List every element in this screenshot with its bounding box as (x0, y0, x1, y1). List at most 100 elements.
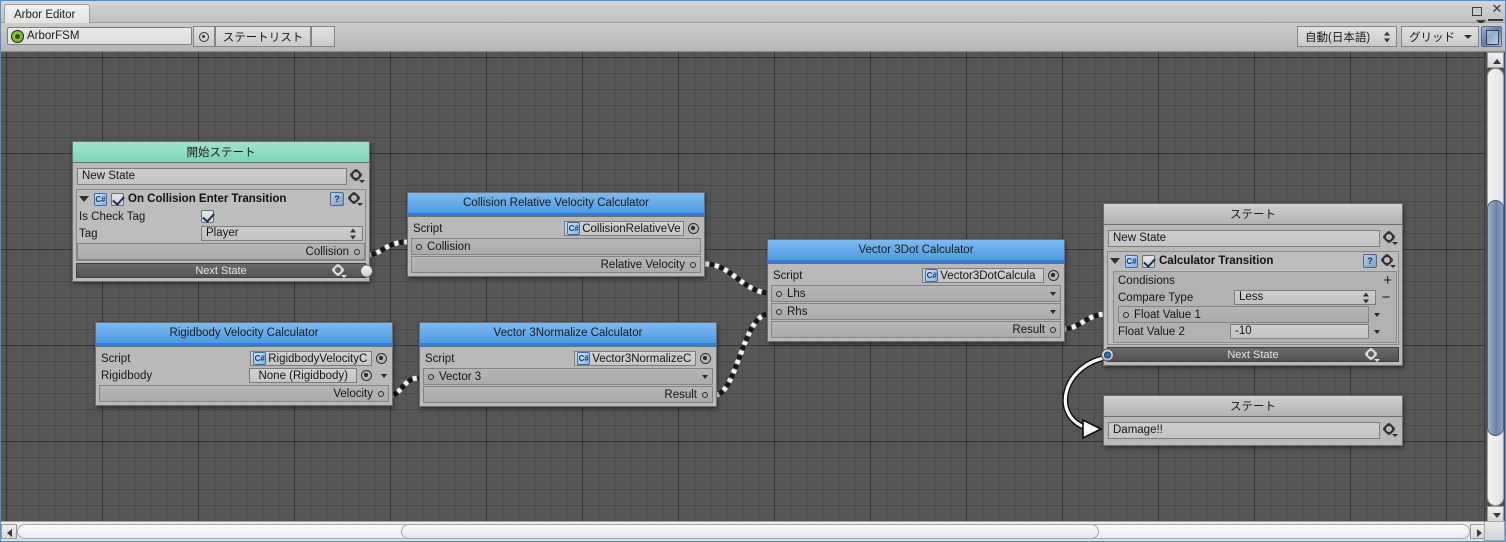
port-dot-icon[interactable] (776, 290, 782, 297)
node-header: ステート (1103, 203, 1403, 224)
port-dot-icon[interactable] (690, 261, 696, 268)
chevron-down-icon[interactable] (1050, 309, 1056, 314)
next-state-link-knob[interactable] (1101, 348, 1114, 361)
window-tab-arbor-editor[interactable]: Arbor Editor (4, 4, 91, 23)
object-picker-icon[interactable] (361, 370, 372, 381)
node-collision-relative-velocity-calculator[interactable]: Collision Relative Velocity Calculator S… (407, 192, 705, 277)
foldout-open-icon[interactable] (1110, 258, 1120, 264)
port-dot-icon[interactable] (1123, 311, 1129, 318)
next-state-bar[interactable]: Next State (76, 263, 373, 279)
port-dot-icon[interactable] (428, 373, 434, 380)
output-slot-result[interactable]: Result (423, 386, 713, 403)
chevron-down-icon[interactable] (1374, 329, 1380, 334)
state-name-input[interactable]: Damage!! (1108, 422, 1380, 439)
output-slot-relative-velocity[interactable]: Relative Velocity (411, 256, 701, 273)
node-damage-state[interactable]: ステート Damage!! (1103, 395, 1403, 446)
output-slot-label: Collision (305, 245, 349, 258)
csharp-script-icon: C# (94, 192, 107, 206)
documentation-icon[interactable] (1481, 26, 1502, 47)
toolbar-blank-button[interactable] (311, 26, 335, 47)
fsm-object-field[interactable]: ArborFSM (7, 27, 192, 45)
window-buttons: ✕ (1470, 3, 1503, 16)
chevron-down-icon[interactable] (1374, 312, 1380, 317)
object-picker-button[interactable] (193, 26, 215, 47)
output-slot-label: Relative Velocity (600, 258, 685, 271)
tag-popup[interactable]: Player (201, 226, 363, 241)
state-name-input[interactable]: New State (77, 168, 347, 185)
float-value-2-input[interactable]: -10 (1230, 324, 1369, 339)
script-object-field[interactable]: C# RigidbodyVelocityC (250, 351, 372, 366)
behaviour-enabled-checkbox[interactable] (111, 192, 124, 206)
horizontal-scrollbar[interactable] (1, 521, 1486, 541)
vertical-scrollbar[interactable] (1484, 52, 1505, 522)
behaviour-enabled-checkbox[interactable] (1142, 254, 1155, 268)
script-object-field[interactable]: C# Vector3NormalizeC (574, 351, 696, 366)
script-object-field[interactable]: C# Vector3DotCalcula (922, 268, 1044, 283)
node-vector3-normalize-calculator[interactable]: Vector 3Normalize Calculator Script C# V… (419, 322, 717, 407)
port-dot-icon[interactable] (378, 390, 384, 397)
scroll-left-button[interactable] (1, 524, 17, 539)
port-dot-icon[interactable] (354, 248, 360, 255)
close-icon[interactable]: ✕ (1491, 3, 1503, 16)
csharp-script-icon: C# (567, 222, 581, 235)
gear-icon[interactable] (1383, 423, 1398, 438)
scroll-up-button[interactable] (1487, 52, 1504, 68)
node-rigidbody-velocity-calculator[interactable]: Rigidbody Velocity Calculator Script C# … (95, 322, 393, 406)
behaviour-header: C# Calculator Transition ? (1108, 252, 1398, 270)
state-list-button[interactable]: ステートリスト (215, 26, 311, 47)
input-slot-label: Vector 3 (439, 370, 482, 383)
next-state-out-knob[interactable] (360, 264, 373, 277)
output-slot-collision[interactable]: Collision (77, 243, 365, 260)
help-icon[interactable]: ? (1363, 254, 1377, 268)
language-popup[interactable]: 自動(日本語) (1297, 26, 1397, 47)
script-object-field[interactable]: C# CollisionRelativeVe (564, 221, 684, 236)
compare-type-popup[interactable]: Less (1234, 290, 1376, 305)
port-dot-icon[interactable] (702, 391, 708, 398)
csharp-script-icon: C# (1125, 254, 1138, 268)
next-state-bar[interactable]: Next State (1101, 347, 1399, 363)
remove-condition-button[interactable]: − (1380, 290, 1392, 305)
node-start-state[interactable]: 開始ステート New State C# On Collision Enter T… (72, 141, 373, 282)
input-slot-collision[interactable]: Collision (411, 238, 701, 255)
gear-icon[interactable] (350, 169, 365, 184)
object-picker-icon[interactable] (688, 223, 699, 234)
object-picker-icon[interactable] (700, 353, 711, 364)
input-slot-rhs[interactable]: Rhs (771, 303, 1061, 320)
vertical-scroll-thumb[interactable] (1487, 200, 1504, 436)
gear-icon[interactable] (348, 192, 363, 207)
chevron-down-icon[interactable] (1050, 291, 1056, 296)
input-slot-lhs[interactable]: Lhs (771, 285, 1061, 302)
rigidbody-object-field[interactable]: None (Rigidbody) (249, 368, 357, 383)
grid-popup[interactable]: グリッド (1401, 26, 1479, 47)
port-dot-icon[interactable] (1050, 326, 1056, 333)
port-dot-icon[interactable] (416, 243, 422, 250)
input-slot-vector3[interactable]: Vector 3 (423, 368, 713, 385)
chevron-down-icon[interactable] (381, 373, 387, 378)
gear-icon[interactable] (1365, 348, 1380, 363)
graph-canvas[interactable]: 開始ステート New State C# On Collision Enter T… (1, 52, 1486, 522)
output-slot-velocity[interactable]: Velocity (99, 385, 389, 402)
gear-icon[interactable] (1381, 254, 1396, 269)
maximize-icon[interactable] (1470, 4, 1482, 16)
node-calculator-transition-state[interactable]: ステート New State C# Calculator Transition … (1101, 203, 1403, 366)
node-header-label: ステート (1230, 401, 1276, 413)
add-condition-button[interactable]: + (1383, 273, 1392, 288)
output-slot-result[interactable]: Result (771, 321, 1061, 338)
node-header-label: Rigidbody Velocity Calculator (169, 327, 319, 339)
conditions-group: Condisions + Compare Type Less − Float V… (1113, 271, 1397, 343)
horizontal-scroll-thumb[interactable] (401, 524, 1099, 539)
foldout-open-icon[interactable] (79, 196, 89, 202)
gear-icon[interactable] (1383, 231, 1398, 246)
is-check-tag-checkbox[interactable] (201, 210, 214, 223)
node-vector3-dot-calculator[interactable]: Vector 3Dot Calculator Script C# Vector3… (767, 239, 1065, 342)
object-picker-icon[interactable] (376, 353, 387, 364)
help-icon[interactable]: ? (330, 192, 344, 206)
object-picker-icon[interactable] (1048, 270, 1059, 281)
input-slot-float-value-1[interactable]: Float Value 1 (1118, 306, 1369, 323)
chevron-down-icon[interactable] (702, 374, 708, 379)
gear-icon[interactable] (332, 264, 347, 279)
scroll-down-button[interactable] (1487, 506, 1504, 522)
output-slot-label: Result (664, 388, 697, 401)
state-name-input[interactable]: New State (1108, 230, 1380, 247)
port-dot-icon[interactable] (776, 308, 782, 315)
